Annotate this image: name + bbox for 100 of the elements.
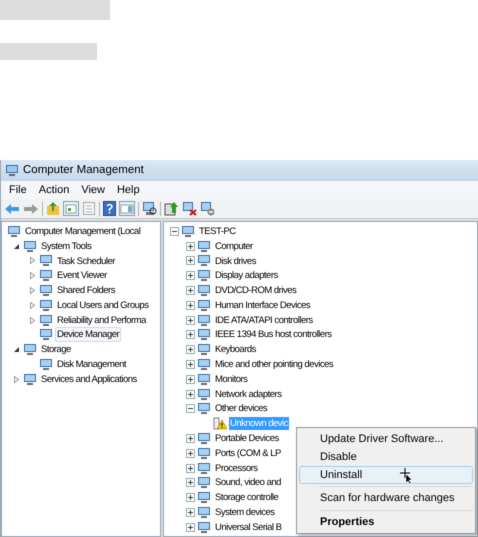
monitor-icon	[197, 520, 211, 534]
expand-arrow-icon[interactable]	[28, 287, 36, 294]
menu-item[interactable]: Uninstall	[299, 466, 473, 484]
tree-item[interactable]: Network adapters	[213, 386, 284, 402]
tree-item[interactable]: Sound, video and	[213, 475, 283, 490]
monitor-icon	[197, 506, 211, 520]
expand-arrow-icon[interactable]	[28, 272, 36, 280]
expand-box-icon[interactable]	[186, 522, 194, 532]
tree-item[interactable]: Task Scheduler	[55, 254, 117, 268]
monitor-icon	[197, 254, 211, 268]
uninstall-device-icon[interactable]	[200, 201, 215, 216]
monitor-icon	[197, 432, 211, 446]
tree-item[interactable]: Computer	[213, 238, 255, 254]
tree-item[interactable]: Other devices	[213, 401, 270, 416]
tree-item[interactable]: Device Manager	[55, 327, 122, 342]
menu-item[interactable]: Scan for hardware changes	[299, 490, 473, 508]
monitor-icon	[39, 298, 53, 312]
monitor-icon	[39, 254, 53, 268]
tree-item[interactable]: Portable Devices	[213, 431, 281, 446]
expand-arrow-icon[interactable]	[12, 376, 20, 383]
expand-box-icon[interactable]	[186, 448, 194, 458]
expand-box-icon[interactable]	[186, 271, 194, 280]
tree-item[interactable]: Reliability and Performa	[55, 312, 148, 328]
tree-item[interactable]: Shared Folders	[55, 283, 117, 298]
disable-device-icon[interactable]	[182, 201, 197, 216]
monitor-icon	[197, 491, 211, 504]
tree-item[interactable]: Storage controlle	[213, 490, 280, 506]
expand-arrow-icon[interactable]	[28, 257, 36, 264]
tree-item[interactable]: Processors	[213, 460, 260, 476]
monitor-icon	[39, 284, 53, 298]
tree-item[interactable]: Mice and other pointing devices	[213, 357, 336, 372]
monitor-icon	[39, 328, 53, 342]
monitor-icon	[197, 446, 211, 460]
cursor-icon	[400, 468, 414, 484]
expand-box-icon[interactable]	[186, 374, 194, 384]
expand-box-icon[interactable]	[186, 478, 194, 488]
expand-box-icon[interactable]	[186, 508, 194, 518]
tree-item[interactable]: Computer Management (Local	[23, 224, 142, 239]
update-driver-icon[interactable]	[164, 201, 179, 216]
monitor-icon	[23, 343, 37, 356]
expand-box-icon[interactable]	[186, 360, 194, 370]
monitor-icon	[39, 269, 53, 282]
tree-item[interactable]: Monitors	[213, 372, 250, 387]
expand-box-icon[interactable]	[186, 464, 194, 473]
tree-item[interactable]: Event Viewer	[55, 268, 109, 284]
monitor-icon	[7, 224, 21, 238]
expand-box-icon[interactable]	[186, 300, 194, 310]
tree-item[interactable]: Services and Applications	[39, 372, 139, 387]
menu-item[interactable]: Properties	[299, 513, 473, 531]
tree-item[interactable]: DVD/CD-ROM drives	[213, 283, 298, 298]
computer-icon	[5, 164, 19, 177]
expand-box-icon[interactable]	[186, 316, 194, 325]
expand-box-icon[interactable]	[186, 390, 194, 399]
collapse-arrow-icon[interactable]	[12, 242, 20, 250]
tree-item[interactable]: Universal Serial B	[213, 520, 284, 535]
monitor-icon	[197, 269, 211, 282]
expand-box-icon[interactable]	[186, 493, 194, 502]
menu-item[interactable]: View	[76, 182, 110, 198]
monitor-icon	[23, 240, 37, 253]
expand-box-icon[interactable]	[186, 242, 194, 251]
monitor-icon	[197, 388, 211, 401]
folder-up-icon[interactable]	[46, 202, 60, 216]
tree-item[interactable]: Disk drives	[213, 254, 258, 268]
tree-item[interactable]: Ports (COM & LP	[213, 446, 283, 461]
collapse-arrow-icon[interactable]	[12, 346, 20, 354]
expand-box-icon[interactable]	[186, 330, 194, 340]
tree-item[interactable]: System devices	[213, 505, 277, 520]
menu-item[interactable]: Action	[34, 182, 74, 198]
expand-box-icon[interactable]	[186, 434, 194, 444]
tree-item[interactable]: IEEE 1394 Bus host controllers	[213, 327, 334, 342]
monitor-search-icon[interactable]	[142, 201, 157, 216]
expand-arrow-icon[interactable]	[28, 316, 36, 324]
tree-item[interactable]: Display adapters	[213, 268, 280, 284]
monitor-icon	[39, 358, 53, 372]
tree-item[interactable]: Human Interface Devices	[213, 298, 312, 313]
tree-item[interactable]: TEST-PC	[197, 224, 238, 239]
tree-item[interactable]: System Tools	[39, 238, 94, 254]
collapse-box-icon[interactable]	[170, 226, 178, 236]
menu-item[interactable]: Help	[112, 182, 145, 198]
back-arrow-icon[interactable]	[4, 202, 20, 214]
monitor-icon	[197, 314, 211, 327]
monitor-icon	[197, 328, 211, 342]
monitor-icon	[39, 314, 53, 327]
menu-item[interactable]: Update Driver Software...	[299, 430, 473, 448]
monitor-icon	[197, 476, 211, 490]
tree-item[interactable]: Disk Management	[55, 357, 128, 372]
menu-item[interactable]: File	[4, 182, 32, 198]
panel-icon[interactable]	[63, 201, 79, 216]
tree-item[interactable]: Keyboards	[213, 342, 258, 358]
expand-box-icon[interactable]	[186, 256, 194, 266]
expand-box-icon[interactable]	[186, 286, 194, 296]
collapse-box-icon[interactable]	[186, 404, 194, 414]
monitor-icon	[197, 240, 211, 253]
expand-arrow-icon[interactable]	[28, 302, 36, 309]
menu-item[interactable]: Disable	[299, 448, 473, 466]
tree-item[interactable]: Local Users and Groups	[55, 298, 150, 313]
tree-item[interactable]: IDE ATA/ATAPI controllers	[213, 312, 315, 328]
tree-item[interactable]: Storage	[39, 342, 73, 358]
help-icon[interactable]	[103, 201, 116, 216]
expand-box-icon[interactable]	[186, 345, 194, 354]
